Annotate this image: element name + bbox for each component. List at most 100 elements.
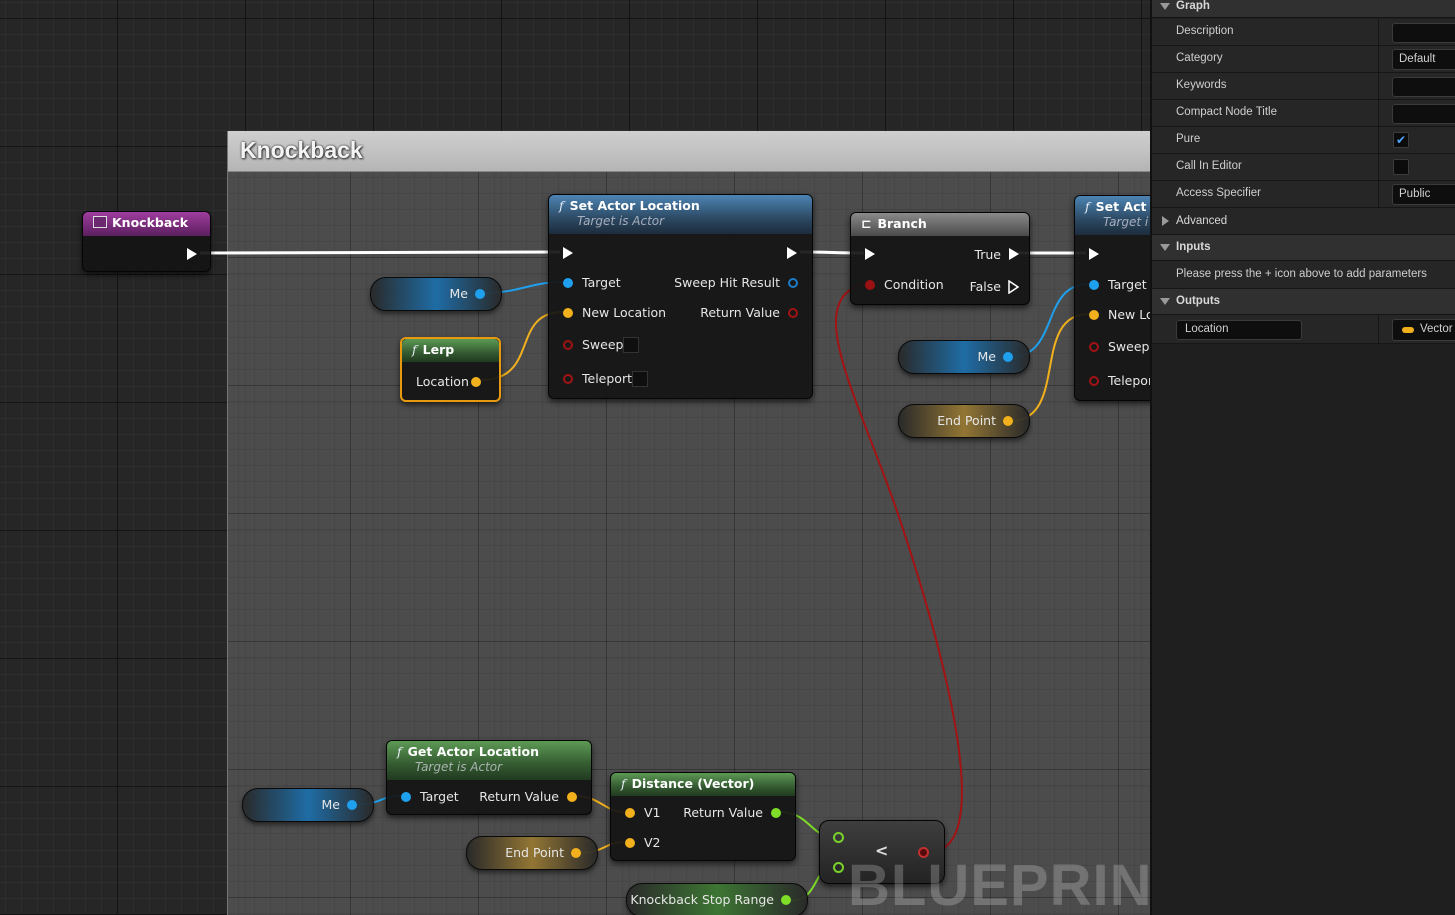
category-combo[interactable]: Default <box>1392 49 1455 70</box>
blueprint-graph-canvas[interactable]: Knockback Knockback fSet Actor Location <box>0 0 1150 915</box>
me-pin[interactable] <box>1003 352 1013 362</box>
graph-section-header[interactable]: Graph <box>1152 0 1455 18</box>
sweep-checkbox[interactable] <box>623 337 639 353</box>
access-specifier-row: Access Specifier Public <box>1152 181 1455 208</box>
sweep-pin[interactable] <box>1089 342 1099 352</box>
advanced-section-label: Advanced <box>1176 215 1228 227</box>
condition-label: Condition <box>884 277 944 292</box>
me-pin[interactable] <box>347 800 357 810</box>
target-pin[interactable] <box>563 278 573 288</box>
v2-label: V2 <box>644 835 661 850</box>
target-pin[interactable] <box>401 792 411 802</box>
branch-node[interactable]: ⊏ Branch True Condition False <box>850 212 1030 305</box>
lerp-node[interactable]: f Lerp Location <box>400 337 501 402</box>
inputs-section-header[interactable]: Inputs <box>1152 235 1455 261</box>
teleport-label: Telepor <box>1108 373 1150 388</box>
compact-node-title-input[interactable] <box>1392 104 1455 124</box>
condition-pin[interactable] <box>865 280 875 290</box>
description-row: Description <box>1152 19 1455 46</box>
keywords-input[interactable] <box>1392 77 1455 97</box>
target-pin[interactable] <box>1089 280 1099 290</box>
blueprint-watermark: BLUEPRINT <box>848 853 1150 915</box>
access-specifier-value: Public <box>1399 188 1431 200</box>
output-param-type-combo[interactable]: Vector <box>1392 319 1455 341</box>
keywords-label: Keywords <box>1176 79 1227 91</box>
knockback-stop-range-pin[interactable] <box>781 895 791 905</box>
me-label: Me <box>321 797 340 812</box>
exec-out-pin[interactable] <box>187 248 197 260</box>
branch-false-label: False <box>969 279 1001 294</box>
get-actor-location-node[interactable]: f Get Actor Location Target is Actor Targ… <box>386 740 592 815</box>
end-point-pin[interactable] <box>1003 416 1013 426</box>
set-actor-location-node-2[interactable]: f Set Act Target i Target New Lo Sweep Te… <box>1074 195 1150 401</box>
call-in-editor-checkbox[interactable] <box>1393 159 1409 175</box>
return-value-pin[interactable] <box>788 308 798 318</box>
end-point-variable-2[interactable]: End Point <box>466 836 598 870</box>
outputs-section-header[interactable]: Outputs <box>1152 289 1455 315</box>
exec-in-pin[interactable] <box>865 248 875 260</box>
set-actor-location-2-title: Set Act <box>1095 199 1147 214</box>
branch-true-pin[interactable] <box>1009 248 1019 260</box>
new-location-pin[interactable] <box>1089 310 1099 320</box>
exec-out-pin[interactable] <box>787 247 797 259</box>
knockback-stop-range-variable[interactable]: Knockback Stop Range <box>626 883 808 915</box>
branch-header: ⊏ Branch <box>851 213 1029 236</box>
advanced-section-header[interactable]: Advanced <box>1152 208 1455 235</box>
access-specifier-label: Access Specifier <box>1176 187 1262 199</box>
me-pin[interactable] <box>475 289 485 299</box>
collapse-arrow-icon <box>1160 298 1170 305</box>
sweep-pin[interactable] <box>563 340 573 350</box>
column-divider <box>1378 100 1379 126</box>
details-panel: Graph Description Category Default Keywo… <box>1150 0 1455 915</box>
teleport-pin[interactable] <box>1089 376 1099 386</box>
column-divider <box>1378 315 1379 343</box>
event-node-knockback[interactable]: Knockback <box>82 211 211 272</box>
me-variable-3[interactable]: Me <box>242 788 374 822</box>
access-specifier-combo[interactable]: Public <box>1392 184 1455 205</box>
branch-false-pin[interactable] <box>1008 280 1019 294</box>
category-value: Default <box>1399 53 1436 65</box>
output-param-name: Location <box>1185 323 1229 335</box>
description-input[interactable] <box>1392 23 1455 43</box>
b-input-pin[interactable] <box>833 862 844 873</box>
end-point-pin[interactable] <box>571 848 581 858</box>
a-input-pin[interactable] <box>833 832 844 843</box>
me-variable-2[interactable]: Me <box>898 340 1030 374</box>
new-location-pin[interactable] <box>563 308 573 318</box>
v1-pin[interactable] <box>625 808 635 818</box>
return-value-pin[interactable] <box>567 792 577 802</box>
knockback-stop-range-label: Knockback Stop Range <box>630 892 774 907</box>
pure-checkbox[interactable]: ✔ <box>1393 132 1409 148</box>
output-param-type: Vector <box>1420 323 1453 335</box>
end-point-variable-1[interactable]: End Point <box>898 404 1030 438</box>
lerp-location-pin[interactable] <box>471 377 481 387</box>
function-icon: f <box>1085 199 1090 214</box>
exec-in-pin[interactable] <box>1089 248 1099 260</box>
call-in-editor-row: Call In Editor <box>1152 154 1455 181</box>
me-label: Me <box>449 286 468 301</box>
end-point-label: End Point <box>505 845 564 860</box>
description-label: Description <box>1176 25 1234 37</box>
end-point-label: End Point <box>937 413 996 428</box>
target-label: Target <box>1108 277 1147 292</box>
sweep-label: Sweep <box>582 337 624 352</box>
get-actor-location-header: f Get Actor Location Target is Actor <box>387 741 591 780</box>
target-label: Target <box>420 789 459 804</box>
compact-node-title-row: Compact Node Title <box>1152 100 1455 127</box>
sweep-hit-result-pin[interactable] <box>788 278 798 288</box>
me-variable-1[interactable]: Me <box>370 277 502 311</box>
return-value-pin[interactable] <box>771 808 781 818</box>
inputs-hint-row: Please press the + icon above to add par… <box>1152 261 1455 289</box>
branch-icon: ⊏ <box>861 216 872 231</box>
v2-pin[interactable] <box>625 838 635 848</box>
get-actor-location-subtitle: Target is Actor <box>415 760 503 774</box>
function-icon: f <box>412 342 417 357</box>
teleport-pin[interactable] <box>563 374 573 384</box>
distance-vector-node[interactable]: f Distance (Vector) V1 V2 Return Value <box>610 772 796 861</box>
set-actor-location-node[interactable]: f Set Actor Location Target is Actor Targ… <box>548 194 813 399</box>
output-param-name-input[interactable]: Location <box>1176 320 1302 340</box>
function-icon: f <box>621 776 626 791</box>
exec-in-pin[interactable] <box>563 247 573 259</box>
set-actor-location-subtitle: Target is Actor <box>577 214 665 228</box>
teleport-checkbox[interactable] <box>632 371 648 387</box>
